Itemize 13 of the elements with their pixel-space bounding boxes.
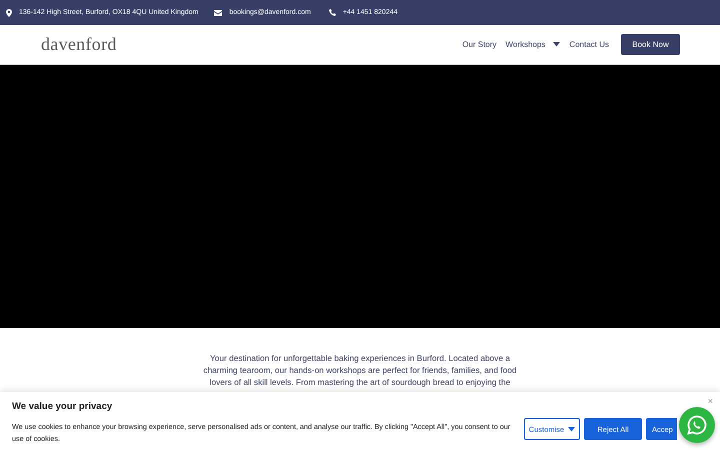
phone-icon (328, 9, 336, 16)
banner-title: We value your privacy (12, 401, 114, 412)
logo-text[interactable]: davenford (41, 34, 462, 55)
nav-link[interactable]: Contact Us (569, 40, 609, 49)
envelope-icon (214, 10, 222, 16)
caret-icon (553, 42, 560, 47)
speech-bubble-icon (687, 415, 707, 435)
nav-link[interactable]: Our Story (462, 40, 497, 49)
map-pin-icon (6, 8, 12, 16)
caret-icon (568, 426, 576, 432)
intro-paragraph: Your destination for unforgettable baking experiences in Burford. Located above a charming tearoom, our hands-on workshops are perfect for friends, families, and food lovers of all skill levels. From mastering the art of sourdough bread to enjoying the (202, 352, 518, 388)
book-now-button[interactable]: Book Now (621, 34, 680, 55)
nav-link[interactable]: Workshops (506, 40, 560, 49)
